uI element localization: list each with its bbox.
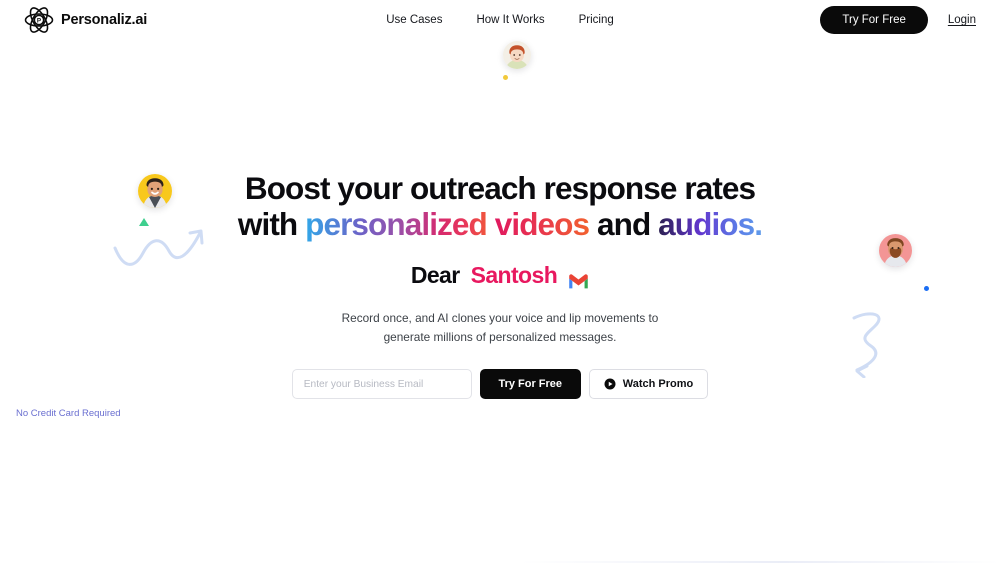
header-actions: Try For Free Login [820, 6, 976, 34]
business-email-input[interactable] [291, 369, 472, 399]
no-credit-card-note: No Credit Card Required [16, 408, 121, 419]
headline-word-videos: videos [494, 206, 590, 243]
avatar-man-yellow-bg [138, 174, 172, 208]
avatar-man-pink-bg [879, 234, 912, 267]
header-try-for-free-button[interactable]: Try For Free [820, 6, 928, 34]
decor-zigzag-arrow [852, 312, 881, 378]
greeting-recipient-name: Santosh [470, 262, 558, 289]
headline-prefix: with [237, 206, 306, 243]
gmail-icon [568, 268, 589, 289]
watch-promo-label: Watch Promo [622, 378, 694, 390]
headline-line-1: Boost your outreach response rates [244, 170, 756, 206]
hero-try-for-free-button[interactable]: Try For Free [479, 369, 581, 399]
headline-space [487, 206, 495, 242]
headline-line-2: with personalized videos and audios. [180, 206, 820, 242]
avatar-woman-redhair [503, 41, 531, 69]
subtitle-line-2: generate millions of personalized messag… [383, 329, 617, 344]
signup-form: Try For Free Watch Promo [180, 369, 820, 399]
watch-promo-button[interactable]: Watch Promo [588, 369, 709, 399]
decor-dot-blue [924, 286, 929, 291]
play-circle-icon [604, 378, 616, 390]
headline-word-audios: audios. [658, 206, 763, 243]
greeting-prefix: Dear [410, 262, 460, 289]
hero-section: Boost your outreach response rates with … [0, 0, 1000, 563]
hero-content: Boost your outreach response rates with … [16, 170, 820, 419]
headline-word-personalized: personalized [305, 206, 488, 243]
headline-word-and: and [589, 206, 659, 243]
subtitle-line-1: Record once, and AI clones your voice an… [341, 311, 659, 326]
login-link[interactable]: Login [948, 14, 976, 26]
hero-subtitle: Record once, and AI clones your voice an… [180, 309, 820, 346]
decor-dot-yellow [503, 75, 508, 80]
page-title: Boost your outreach response rates with … [180, 170, 820, 242]
greeting-row: Dear Santosh [180, 262, 820, 289]
